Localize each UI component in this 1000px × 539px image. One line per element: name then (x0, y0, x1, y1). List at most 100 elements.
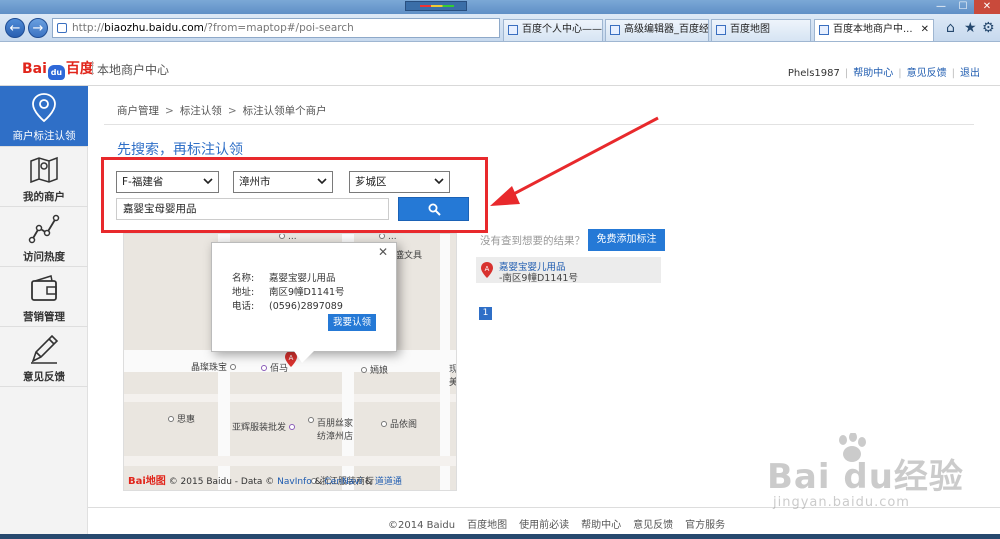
baidu-jingyan-watermark: Bai du经验 jingyan.baidu.com (767, 433, 987, 523)
logout-link[interactable]: 退出 (960, 64, 980, 79)
home-icon[interactable]: ⌂ (946, 20, 955, 36)
address-bar[interactable]: http://biaozhu.baidu.com/?from=maptop#/p… (52, 18, 500, 38)
maximize-button[interactable]: ☐ (952, 0, 974, 14)
poi-label: 现 (449, 365, 456, 375)
help-center-link[interactable]: 帮助中心 (853, 64, 893, 79)
result-item[interactable]: A 嘉婴宝婴儿用品 -南区9幢D1141号 (476, 257, 661, 284)
map-poi: 美 (449, 375, 456, 388)
header-links: Phels1987 | 帮助中心 | 意见反馈 | 退出 (788, 64, 980, 79)
breadcrumb-separator: > (227, 105, 237, 117)
map-poi[interactable]: 晶璨珠宝 (191, 360, 239, 373)
annotation-arrow (490, 116, 659, 206)
footer-link-feedback[interactable]: 意见反馈 (633, 520, 673, 531)
sidebar-item-feedback[interactable]: 意见反馈 (0, 327, 88, 387)
search-button[interactable] (398, 197, 469, 221)
footer-link-map[interactable]: 百度地图 (467, 520, 507, 531)
district-value: 芗城区 (355, 176, 387, 188)
tab-title: 高级编辑器_百度经验 (624, 24, 709, 35)
city-select[interactable]: 漳州市 (233, 171, 333, 193)
tab-favicon (716, 25, 726, 35)
tab-editor[interactable]: 高级编辑器_百度经验 (605, 19, 709, 41)
feedback-link[interactable]: 意见反馈 (907, 64, 947, 79)
tab-title: 百度个人中心——... (522, 24, 603, 35)
poi-label: ... (288, 233, 297, 242)
cennavi-link[interactable]: CenNavi (325, 477, 363, 487)
baidu-logo[interactable]: Bai du 百度 (22, 58, 94, 80)
map-poi[interactable]: 百朋丝家纺漳州店 (308, 416, 355, 442)
gear-icon[interactable]: ⚙ (982, 20, 995, 36)
navinfo-link[interactable]: NavInfo (277, 477, 312, 487)
map-attribution: Bai地图 © 2015 Baidu - Data © NavInfo & Ce… (128, 472, 402, 487)
tab-baidu-personal[interactable]: 百度个人中心——... (503, 19, 603, 41)
claim-button[interactable]: 我要认领 (328, 314, 376, 331)
back-icon[interactable]: ← (5, 18, 25, 38)
poi-label: 品依阁 (390, 420, 418, 430)
tab-close-icon[interactable]: ✕ (921, 20, 929, 40)
popup-name-row: 名称: 嘉婴宝婴儿用品 (232, 270, 336, 284)
search-icon (428, 203, 441, 216)
footer-link-service[interactable]: 官方服务 (685, 520, 725, 531)
map-poi[interactable]: ... (279, 233, 297, 242)
map-copyright: © 2015 Baidu - Data © (168, 477, 275, 487)
sidebar-item-poi-claim[interactable]: 商户标注认领 (0, 86, 88, 147)
map-view[interactable]: ... ... 盛文具 晶璨珠宝 佰马 嫣娘 思惠 亚辉服装批发 百朋丝家纺漳州… (123, 233, 457, 491)
tab-merchant-center[interactable]: 百度本地商户中... ✕ (814, 19, 934, 41)
chevron-down-icon (317, 178, 327, 185)
location-pin-icon (32, 93, 56, 123)
footer-link-help[interactable]: 帮助中心 (581, 520, 621, 531)
district-select[interactable]: 芗城区 (349, 171, 450, 193)
breadcrumb-item[interactable]: 商户管理 (117, 105, 159, 117)
taskbar-preview (405, 1, 467, 11)
map-poi: 现 (449, 362, 456, 375)
map-road (124, 394, 456, 402)
marker-letter: A (485, 266, 490, 273)
sidebar: 商户标注认领 我的商户 访问热度 营销管理 意见反馈 (0, 86, 88, 539)
footer-link-readme[interactable]: 使用前必读 (519, 520, 569, 531)
page-title: 先搜索，再标注认领 (117, 142, 243, 158)
popup-tel: (0596)2897089 (269, 301, 343, 312)
sidebar-item-marketing[interactable]: 营销管理 (0, 267, 88, 327)
popup-address-row: 地址: 南区9幢D1141号 (232, 284, 345, 298)
tab-baidu-map[interactable]: 百度地图 (711, 19, 811, 41)
pencil-icon (31, 334, 59, 364)
address-host: biaozhu.baidu.com (104, 22, 204, 34)
poi-label: 盛文具 (395, 251, 423, 261)
user-name[interactable]: Phels1987 (788, 68, 840, 79)
breadcrumb-item[interactable]: 标注认领 (180, 105, 222, 117)
map-poi[interactable]: 品依阁 (381, 417, 417, 430)
separator: | (951, 68, 955, 79)
no-result-hint: 没有查到想要的结果？ (480, 235, 585, 247)
breadcrumb-separator: > (165, 105, 174, 117)
sidebar-item-visit-heat[interactable]: 访问热度 (0, 207, 88, 267)
map-icon (30, 156, 58, 184)
breadcrumb-item: 标注认领单个商户 (242, 105, 327, 117)
star-icon[interactable]: ★ (964, 20, 977, 36)
minimize-button[interactable]: — (930, 0, 952, 14)
page-icon (57, 23, 67, 33)
amp: & (314, 477, 322, 487)
map-poi[interactable]: ... (379, 233, 397, 242)
forward-icon[interactable]: → (28, 18, 48, 38)
close-icon[interactable]: ✕ (378, 245, 388, 259)
poi-label: ... (388, 233, 397, 242)
add-poi-button[interactable]: 免费添加标注 (588, 229, 665, 251)
map-poi[interactable]: 嫣娘 (361, 363, 388, 376)
sidebar-item-label: 营销管理 (23, 311, 65, 323)
sidebar-item-label: 访问热度 (23, 251, 65, 263)
logo-baidu-cn: 百度 (65, 61, 94, 77)
poi-label: 晶璨珠宝 (191, 363, 228, 373)
province-select[interactable]: F-福建省 (116, 171, 219, 193)
line-chart-icon (28, 214, 60, 244)
result-marker-a: A (481, 262, 493, 278)
marker-letter: A (289, 355, 294, 362)
separator: | (844, 68, 849, 79)
keyword-input[interactable]: 嘉婴宝母婴用品 (116, 198, 389, 220)
tab-favicon (819, 25, 829, 35)
close-window-button[interactable]: ✕ (974, 0, 1000, 14)
daodaotong-link[interactable]: 道道通 (375, 477, 402, 487)
map-poi[interactable]: 亚辉服装批发 (232, 420, 298, 433)
map-poi[interactable]: 思惠 (168, 412, 195, 425)
amp: & (365, 477, 373, 487)
sidebar-item-my-merchants[interactable]: 我的商户 (0, 147, 88, 207)
pagination-page[interactable]: 1 (479, 307, 492, 320)
